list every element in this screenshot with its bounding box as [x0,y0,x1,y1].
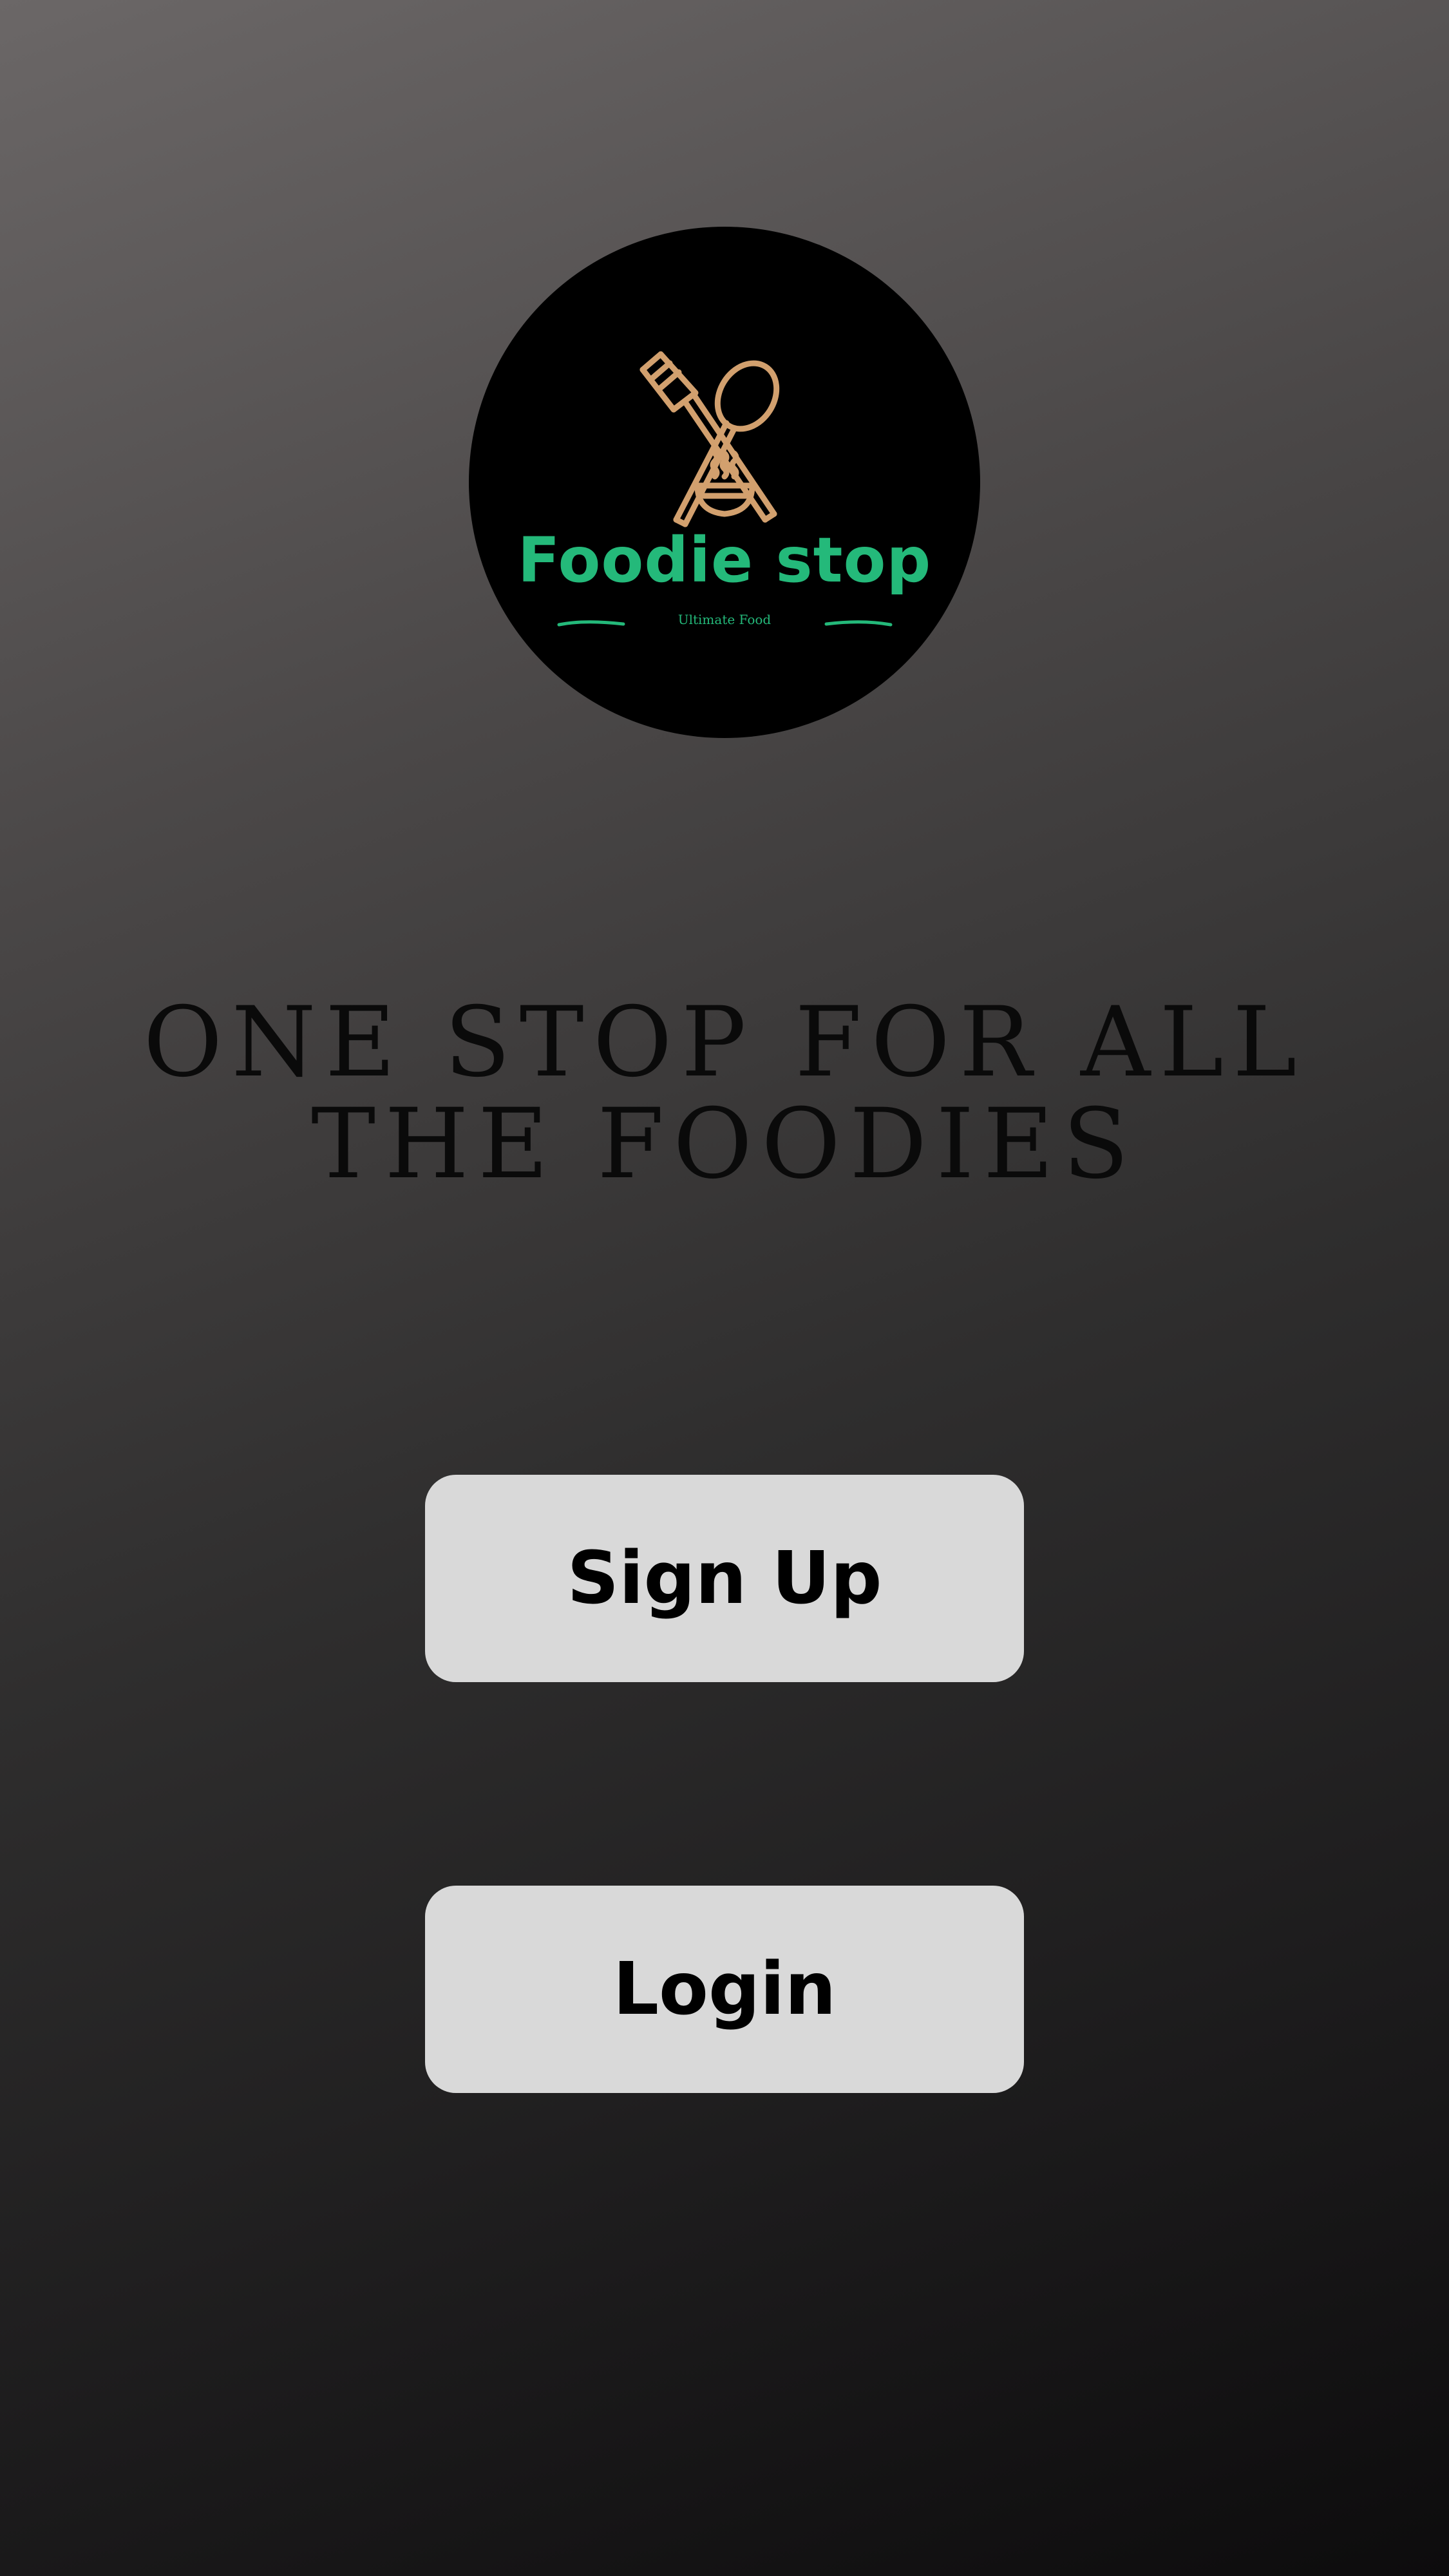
login-button[interactable]: Login [425,1886,1024,2093]
headline: ONE STOP FOR ALL THE FOODIES [129,992,1320,1195]
welcome-screen: Foodie stop Ultimate Food ONE STOP FOR A… [0,0,1449,2576]
headline-line-1: ONE STOP FOR ALL [143,987,1306,1099]
brand-tagline: Ultimate Food [677,612,772,627]
sign-up-button[interactable]: Sign Up [425,1475,1024,1682]
fork-spoon-bowl-icon [557,351,893,627]
headline-line-2: THE FOODIES [311,1088,1138,1200]
brand-name: Foodie stop [517,524,932,596]
app-logo: Foodie stop Ultimate Food [469,227,980,738]
